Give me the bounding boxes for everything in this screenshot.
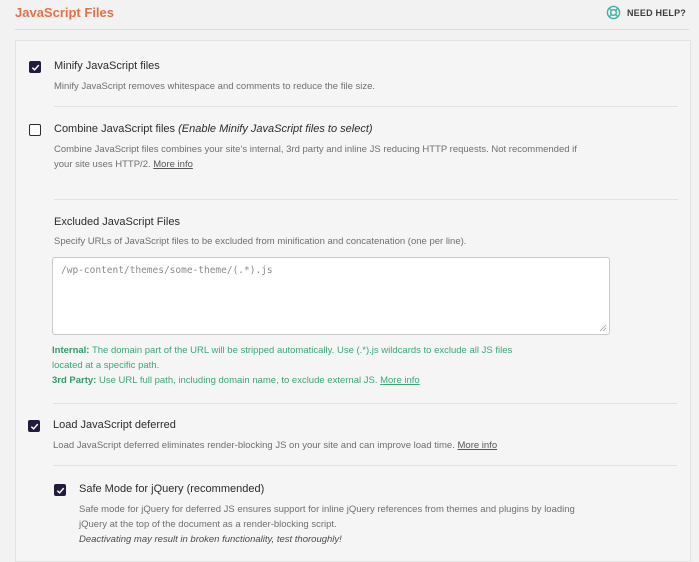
defer-js-label[interactable]: Load JavaScript deferred bbox=[53, 419, 176, 431]
section-header: JavaScript Files NEED HELP? bbox=[0, 0, 699, 30]
checkmark-icon bbox=[56, 487, 65, 494]
divider bbox=[53, 465, 677, 466]
section-title: JavaScript Files bbox=[15, 5, 114, 20]
need-help-link[interactable]: NEED HELP? bbox=[606, 5, 686, 20]
resize-handle-icon[interactable] bbox=[599, 324, 607, 332]
need-help-label: NEED HELP? bbox=[626, 7, 686, 18]
internal-note-line1: Internal: The domain part of the URL wil… bbox=[52, 343, 652, 358]
jquery-safe-mode-description: Safe mode for jQuery for deferred JS ens… bbox=[79, 502, 679, 547]
combine-js-description: Combine JavaScript files combines your s… bbox=[54, 142, 684, 172]
internal-text: The domain part of the URL will be strip… bbox=[91, 345, 513, 356]
internal-note: Internal: The domain part of the URL wil… bbox=[52, 343, 652, 388]
excluded-js-description: Specify URLs of JavaScript files to be e… bbox=[54, 236, 467, 247]
combine-desc-line2: your site uses HTTP/2. More info bbox=[54, 157, 684, 172]
combine-js-label[interactable]: Combine JavaScript files (Enable Minify … bbox=[54, 123, 373, 135]
thirdparty-text: Use URL full path, including domain name… bbox=[99, 375, 378, 386]
combine-js-label-text: Combine JavaScript files bbox=[54, 123, 176, 135]
minify-js-label[interactable]: Minify JavaScript files bbox=[54, 60, 160, 72]
defer-desc-text: Load JavaScript deferred eliminates rend… bbox=[53, 440, 455, 451]
thirdparty-label: 3rd Party: bbox=[52, 375, 97, 386]
divider bbox=[54, 106, 678, 107]
thirdparty-note: 3rd Party: Use URL full path, including … bbox=[52, 373, 652, 388]
jquery-warning: Deactivating may result in broken functi… bbox=[79, 534, 342, 545]
divider bbox=[53, 403, 677, 404]
combine-js-label-note: (Enable Minify JavaScript files to selec… bbox=[178, 123, 373, 135]
lifebuoy-icon bbox=[606, 5, 621, 20]
jquery-safe-mode-checkbox[interactable] bbox=[54, 484, 66, 496]
combine-desc-line1: Combine JavaScript files combines your s… bbox=[54, 144, 577, 155]
defer-js-checkbox[interactable] bbox=[28, 420, 40, 432]
internal-note-line2: located at a specific path. bbox=[52, 360, 160, 371]
checkmark-icon bbox=[30, 423, 39, 430]
jquery-safe-mode-label[interactable]: Safe Mode for jQuery (recommended) bbox=[79, 483, 264, 495]
divider bbox=[54, 199, 678, 200]
checkmark-icon bbox=[31, 64, 40, 71]
excluded-js-title: Excluded JavaScript Files bbox=[54, 216, 180, 228]
combine-js-checkbox[interactable] bbox=[29, 124, 41, 136]
defer-js-description: Load JavaScript deferred eliminates rend… bbox=[53, 438, 497, 453]
internal-label: Internal: bbox=[52, 345, 90, 356]
minify-js-checkbox[interactable] bbox=[29, 61, 41, 73]
combine-desc-line2-text: your site uses HTTP/2. bbox=[54, 159, 151, 170]
excluded-js-textarea[interactable]: /wp-content/themes/some-theme/(.*).js bbox=[52, 257, 610, 335]
header-divider bbox=[15, 29, 689, 30]
excluded-more-info-link[interactable]: More info bbox=[380, 375, 420, 386]
minify-js-description: Minify JavaScript removes whitespace and… bbox=[54, 81, 376, 92]
combine-more-info-link[interactable]: More info bbox=[153, 159, 193, 170]
jquery-desc-line1: Safe mode for jQuery for deferred JS ens… bbox=[79, 504, 575, 515]
defer-more-info-link[interactable]: More info bbox=[458, 440, 498, 451]
jquery-desc-line2: jQuery at the top of the document as a r… bbox=[79, 519, 337, 530]
excluded-js-placeholder: /wp-content/themes/some-theme/(.*).js bbox=[61, 265, 273, 276]
